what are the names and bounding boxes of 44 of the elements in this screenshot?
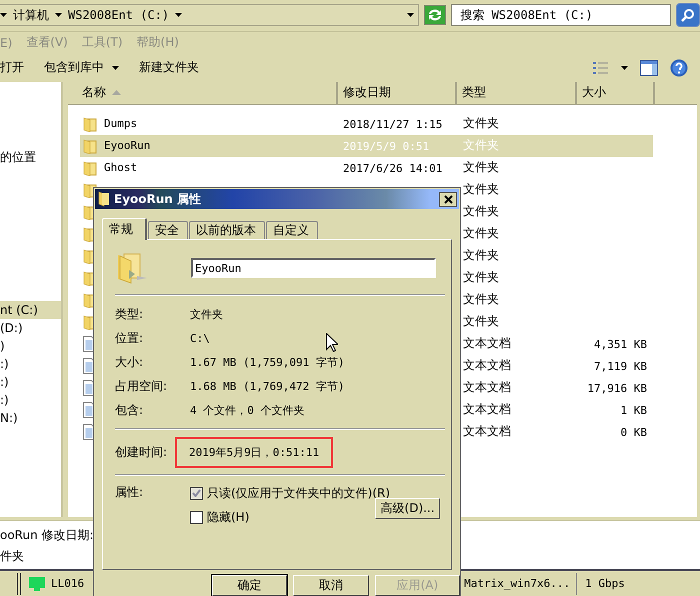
modified-date: 2019/5/9 0:51 [343,140,430,153]
property-value: 1.68 MB (1,769,472 字节) [190,378,344,394]
file-type: 文件夹 [463,138,499,152]
property-value: C:\ [190,332,210,344]
property-label: 位置: [115,330,144,346]
details-text: ooRun 修改日期: [0,527,95,544]
file-size: 1 KB [620,404,647,417]
file-size: 7,119 KB [594,360,647,373]
status-text: 1 Gbps [576,572,646,594]
property-value: 1.67 MB (1,759,091 字节) [190,354,344,370]
file-type: 文件夹 [463,270,499,284]
property-label: 占用空间: [115,378,168,394]
file-type: 文本文档 [463,380,511,394]
property-value: 4 个文件，0 个文件夹 [190,402,304,418]
window-title: EyooRun 属性 [114,190,202,208]
file-size: 4,351 KB [594,338,647,351]
file-type: 文本文档 [463,424,511,438]
file-type: 文本文档 [463,402,511,416]
property-label: 大小: [115,354,144,370]
file-type: 文件夹 [463,226,499,240]
property-label: 创建时间: [115,444,168,460]
file-type: 文件夹 [463,292,499,306]
property-label: 类型: [115,306,144,322]
file-type: 文件夹 [463,116,499,130]
status-text: LL016 [51,577,84,590]
file-type: 文件夹 [463,248,499,262]
file-type: 文件夹 [463,160,499,174]
property-label: 包含: [115,402,144,418]
file-type: 文件夹 [463,204,499,218]
file-name: Ghost [104,161,138,174]
file-size: 17,916 KB [587,382,647,395]
property-value: 2019年5月9日，0:51:11 [189,446,320,458]
modified-date: 2018/11/27 1:15 [343,118,442,131]
file-size: 0 KB [620,426,647,439]
file-type: 文本文档 [463,336,511,350]
property-label: 属性: [115,484,144,501]
file-name: Dumps [104,117,138,130]
modified-date: 2017/6/26 14:01 [343,162,442,175]
file-type: 文件夹 [463,182,499,196]
file-name: EyooRun [104,139,150,152]
file-type: 文本文档 [463,358,511,372]
property-value: 文件夹 [190,306,223,322]
file-type: 文件夹 [463,314,499,328]
details-text: 件夹 [0,548,25,566]
